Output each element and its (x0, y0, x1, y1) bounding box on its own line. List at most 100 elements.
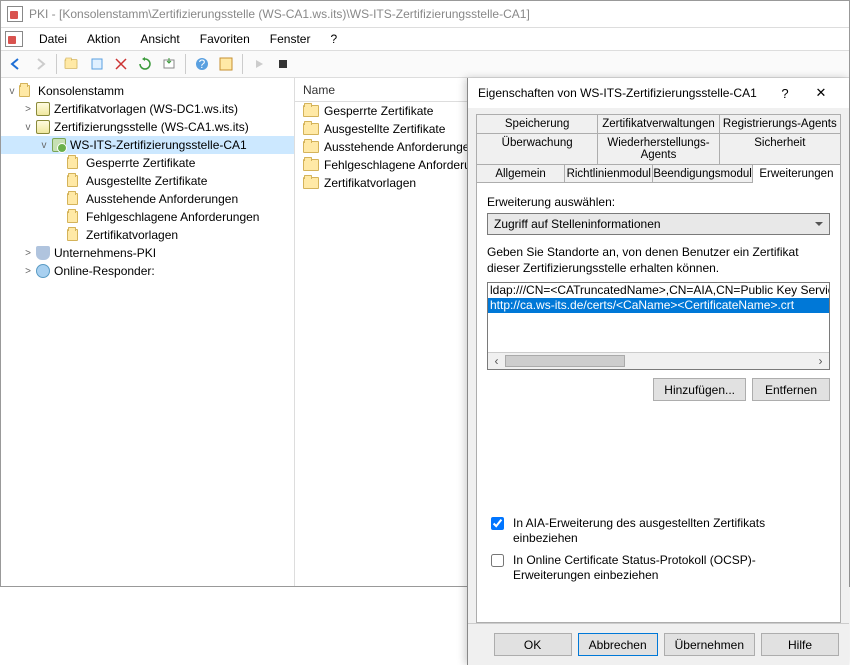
ext-select-label: Erweiterung auswählen: (487, 195, 830, 209)
doc-icon (5, 31, 23, 47)
globe-icon (35, 263, 51, 279)
expander-icon[interactable]: > (21, 266, 35, 277)
ext-select[interactable]: Zugriff auf Stelleninformationen (487, 213, 830, 235)
aia-checkbox-label: In AIA-Erweiterung des ausgestellten Zer… (513, 516, 830, 547)
delete-button[interactable] (110, 53, 132, 75)
expander-icon[interactable]: > (21, 104, 35, 115)
tab-row-1: Speicherung Zertifikatverwaltungen Regis… (476, 114, 841, 133)
help-button[interactable]: ? (191, 53, 213, 75)
tab-erweiterungen[interactable]: Erweiterungen (753, 164, 841, 183)
expander-icon[interactable]: v (21, 122, 35, 133)
ext-select-value: Zugriff auf Stelleninformationen (494, 217, 661, 231)
list-item-label: Zertifikatvorlagen (324, 176, 416, 190)
scroll-left-icon[interactable]: ‹ (488, 353, 505, 370)
tree-item-label: Unternehmens-PKI (54, 246, 156, 260)
tree-root-label: Konsolenstamm (38, 84, 124, 98)
scroll-thumb[interactable] (505, 355, 625, 367)
tab-regagents[interactable]: Registrierungs-Agents (720, 114, 841, 133)
cert-icon (35, 101, 51, 117)
tree-item-label: Fehlgeschlagene Anforderungen (86, 210, 259, 224)
tree-item[interactable]: Gesperrte Zertifikate (1, 154, 294, 172)
tree-item[interactable]: Fehlgeschlagene Anforderungen (1, 208, 294, 226)
tree-item-label: Online-Responder: (54, 264, 155, 278)
location-row[interactable]: ldap:///CN=<CATruncatedName>,CN=AIA,CN=P… (488, 283, 829, 298)
refresh-button[interactable] (134, 53, 156, 75)
tree-item-label: Zertifikatvorlagen (WS-DC1.ws.its) (54, 102, 238, 116)
props-button[interactable] (86, 53, 108, 75)
separator (56, 54, 57, 74)
tab-ueberwachung[interactable]: Überwachung (476, 133, 598, 164)
aia-checkbox[interactable] (491, 517, 504, 530)
apply-button[interactable]: Übernehmen (664, 633, 755, 656)
collapse-icon[interactable]: v (5, 86, 19, 97)
horizontal-scrollbar[interactable]: ‹ › (488, 352, 829, 369)
properties-dialog: Eigenschaften von WS-ITS-Zertifizierungs… (467, 78, 849, 665)
scroll-right-icon[interactable]: › (812, 353, 829, 370)
tab-row-2: Überwachung Wiederherstellungs-Agents Si… (476, 133, 841, 164)
tree-item[interactable]: vZertifizierungsstelle (WS-CA1.ws.its) (1, 118, 294, 136)
tree-item[interactable]: > Unternehmens-PKI (1, 244, 294, 262)
tree-item[interactable]: Ausgestellte Zertifikate (1, 172, 294, 190)
folder-icon (303, 141, 319, 153)
dialog-close-button[interactable]: ✕ (803, 85, 839, 101)
dialog-help-button[interactable]: ? (767, 86, 803, 101)
tab-wiederherstellung[interactable]: Wiederherstellungs-Agents (598, 133, 719, 164)
dialog-button-row: OK Abbrechen Übernehmen Hilfe (468, 623, 849, 665)
tab-zertverwaltung[interactable]: Zertifikatverwaltungen (598, 114, 719, 133)
menu-fenster[interactable]: Fenster (262, 30, 319, 48)
menu-aktion[interactable]: Aktion (79, 30, 128, 48)
folder-icon (67, 191, 83, 207)
app-icon (7, 6, 23, 22)
tree-item[interactable]: > Online-Responder: (1, 262, 294, 280)
folder-icon (303, 105, 319, 117)
tree-item[interactable]: Zertifikatvorlagen (1, 226, 294, 244)
console-root-icon (19, 83, 35, 99)
folder-icon (303, 123, 319, 135)
up-button[interactable] (62, 53, 84, 75)
menubar: Datei Aktion Ansicht Favoriten Fenster ? (1, 28, 849, 50)
tab-allgemein[interactable]: Allgemein (476, 164, 565, 183)
export-button[interactable] (158, 53, 180, 75)
svg-text:?: ? (199, 57, 206, 71)
back-button[interactable] (5, 53, 27, 75)
ok-button[interactable]: OK (494, 633, 572, 656)
tree-item[interactable]: > Zertifikatvorlagen (WS-DC1.ws.its) (1, 100, 294, 118)
help-button[interactable]: Hilfe (761, 633, 839, 656)
expander-icon[interactable]: v (37, 140, 51, 151)
list-item-label: Ausgestellte Zertifikate (324, 122, 445, 136)
tree-item[interactable]: v WS-ITS-Zertifizierungsstelle-CA1 (1, 136, 294, 154)
menu-favoriten[interactable]: Favoriten (192, 30, 258, 48)
ocsp-checkbox-row[interactable]: In Online Certificate Status-Protokoll (… (487, 553, 830, 584)
folder-icon (67, 155, 83, 171)
srv-icon (51, 137, 67, 153)
locations-listbox[interactable]: ldap:///CN=<CATruncatedName>,CN=AIA,CN=P… (487, 282, 830, 370)
folder-icon (67, 227, 83, 243)
list-item-label: Ausstehende Anforderungen (324, 140, 476, 154)
location-row[interactable]: http://ca.ws-its.de/certs/<CaName><Certi… (488, 298, 829, 313)
expander-icon[interactable]: > (21, 248, 35, 259)
scroll-track[interactable] (505, 353, 812, 370)
tree-item-label: Ausstehende Anforderungen (86, 192, 238, 206)
play-button[interactable] (248, 53, 270, 75)
folder-icon (67, 209, 83, 225)
tree-item-label: Gesperrte Zertifikate (86, 156, 195, 170)
ocsp-checkbox-label: In Online Certificate Status-Protokoll (… (513, 553, 830, 584)
view1-button[interactable] (215, 53, 237, 75)
add-button[interactable]: Hinzufügen... (653, 378, 746, 401)
remove-button[interactable]: Entfernen (752, 378, 830, 401)
tree-item-label: WS-ITS-Zertifizierungsstelle-CA1 (70, 138, 247, 152)
tree-pane: v Konsolenstamm > Zertifikatvorlagen (WS-… (1, 78, 295, 586)
tab-beendigung[interactable]: Beendigungsmodul (653, 164, 752, 183)
menu-datei[interactable]: Datei (31, 30, 75, 48)
tab-sicherheit[interactable]: Sicherheit (720, 133, 841, 164)
ocsp-checkbox[interactable] (491, 554, 504, 567)
menu-ansicht[interactable]: Ansicht (132, 30, 187, 48)
tree-item[interactable]: Ausstehende Anforderungen (1, 190, 294, 208)
stop-button[interactable] (272, 53, 294, 75)
tab-speicherung[interactable]: Speicherung (476, 114, 598, 133)
tab-richtlinien[interactable]: Richtlinienmodul (565, 164, 653, 183)
cancel-button[interactable]: Abbrechen (578, 633, 658, 656)
tree-root[interactable]: v Konsolenstamm (1, 82, 294, 100)
menu-help[interactable]: ? (322, 30, 345, 48)
aia-checkbox-row[interactable]: In AIA-Erweiterung des ausgestellten Zer… (487, 516, 830, 547)
